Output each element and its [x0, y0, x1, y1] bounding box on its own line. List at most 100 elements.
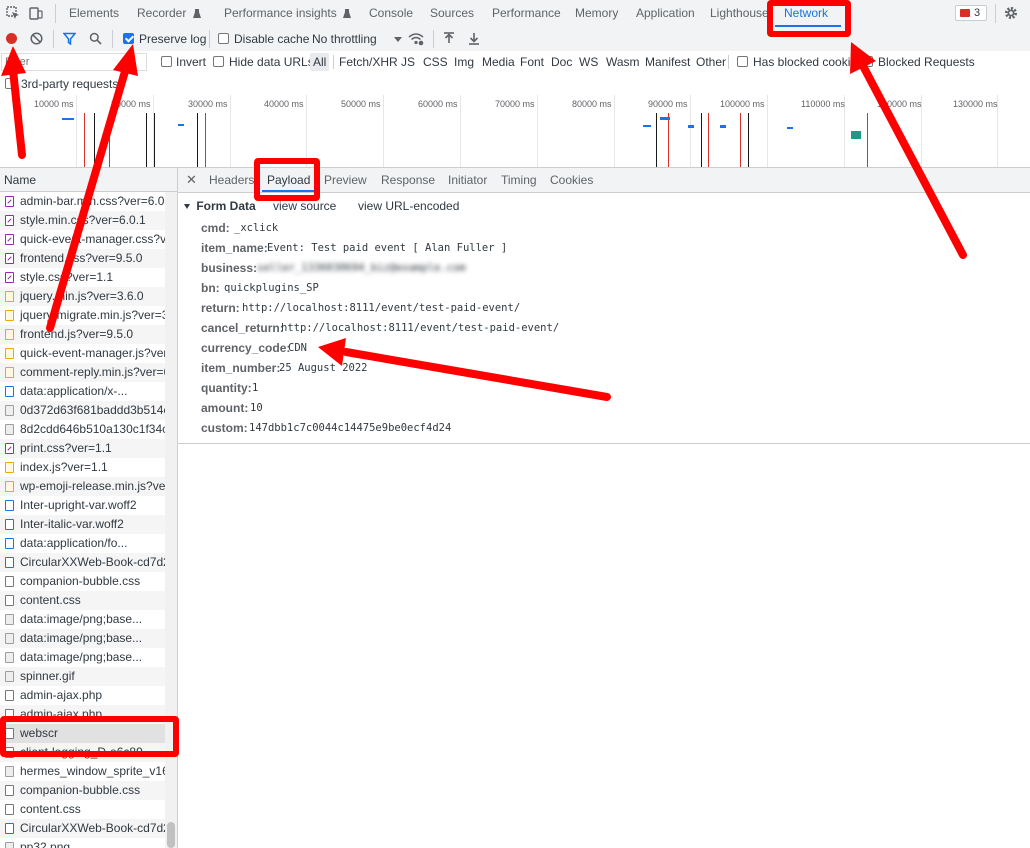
- request-row[interactable]: data:application/x-...: [0, 382, 165, 401]
- device-toolbar-icon[interactable]: [29, 6, 43, 20]
- filter-input[interactable]: [1, 53, 147, 71]
- filter-type-media[interactable]: Media: [479, 53, 518, 71]
- tab-timing[interactable]: Timing: [501, 168, 537, 192]
- request-row[interactable]: data:image/png;base...: [0, 629, 165, 648]
- filter-type-wasm[interactable]: Wasm: [603, 53, 643, 71]
- tab-performance-insights[interactable]: Performance insights: [224, 0, 352, 27]
- third-party-label[interactable]: 3rd-party requests: [21, 75, 118, 93]
- inspect-element-icon[interactable]: [6, 6, 19, 19]
- invert-checkbox[interactable]: [161, 56, 172, 67]
- filter-type-ws[interactable]: WS: [576, 53, 601, 71]
- filter-type-css[interactable]: CSS: [420, 53, 451, 71]
- timeline-tick: 130000 ms: [953, 99, 998, 109]
- filter-type-font[interactable]: Font: [517, 53, 547, 71]
- request-row[interactable]: content.css: [0, 591, 165, 610]
- js-file-icon: [5, 291, 14, 302]
- preserve-log-label[interactable]: Preserve log: [139, 27, 206, 51]
- request-name: frontend.js?ver=9.5.0: [20, 327, 134, 341]
- request-row[interactable]: admin-bar.min.css?ver=6.0.1: [0, 192, 165, 211]
- tab-preview[interactable]: Preview: [324, 168, 367, 192]
- close-icon[interactable]: ✕: [186, 168, 197, 192]
- filter-type-js[interactable]: JS: [398, 53, 418, 71]
- blocked-requests-checkbox[interactable]: [862, 56, 873, 67]
- request-row[interactable]: frontend.css?ver=9.5.0: [0, 249, 165, 268]
- request-row[interactable]: CircularXXWeb-Book-cd7d2...: [0, 819, 165, 838]
- record-button[interactable]: [6, 33, 17, 44]
- tab-memory[interactable]: Memory: [575, 0, 618, 27]
- request-row[interactable]: companion-bubble.css: [0, 781, 165, 800]
- has-blocked-cookies-checkbox[interactable]: [737, 56, 748, 67]
- tab-cookies[interactable]: Cookies: [550, 168, 593, 192]
- scrollbar-thumb[interactable]: [167, 822, 175, 848]
- export-har-icon[interactable]: [468, 32, 480, 45]
- filter-type-all[interactable]: All: [310, 53, 330, 71]
- request-row[interactable]: admin-ajax.php: [0, 686, 165, 705]
- request-row[interactable]: CircularXXWeb-Book-cd7d2...: [0, 553, 165, 572]
- filter-type-doc[interactable]: Doc: [548, 53, 575, 71]
- preserve-log-checkbox[interactable]: [123, 33, 134, 44]
- filter-type-fetch-xhr[interactable]: Fetch/XHR: [336, 53, 401, 71]
- blocked-requests-label[interactable]: Blocked Requests: [878, 53, 975, 71]
- search-icon[interactable]: [89, 32, 102, 45]
- request-row[interactable]: style.css?ver=1.1: [0, 268, 165, 287]
- tab-lighthouse[interactable]: Lighthouse: [710, 0, 769, 27]
- css-file-icon: [5, 234, 14, 245]
- tab-console[interactable]: Console: [369, 0, 413, 27]
- has-blocked-cookies-label[interactable]: Has blocked cookies: [753, 53, 863, 71]
- clear-icon[interactable]: [30, 32, 43, 45]
- timeline-overview[interactable]: 10000 ms 20000 ms 30000 ms 40000 ms 5000…: [0, 95, 1030, 168]
- tab-application[interactable]: Application: [636, 0, 695, 27]
- tab-sources[interactable]: Sources: [430, 0, 474, 27]
- disable-cache-checkbox[interactable]: [218, 33, 229, 44]
- request-row[interactable]: data:image/png;base...: [0, 610, 165, 629]
- tab-initiator[interactable]: Initiator: [448, 168, 487, 192]
- request-row[interactable]: print.css?ver=1.1: [0, 439, 165, 458]
- invert-label[interactable]: Invert: [176, 53, 206, 71]
- filter-type-other[interactable]: Other: [693, 53, 729, 71]
- throttling-select[interactable]: No throttling: [312, 27, 403, 51]
- import-har-icon[interactable]: [443, 32, 455, 45]
- form-data-section[interactable]: Form Data: [184, 199, 256, 213]
- request-row[interactable]: style.min.css?ver=6.0.1: [0, 211, 165, 230]
- flask-icon: [343, 1, 352, 18]
- name-column-header[interactable]: Name: [0, 168, 177, 192]
- tab-headers[interactable]: Headers: [209, 168, 254, 192]
- request-row[interactable]: frontend.js?ver=9.5.0: [0, 325, 165, 344]
- request-row[interactable]: comment-reply.min.js?ver=6...: [0, 363, 165, 382]
- filter-type-img[interactable]: Img: [451, 53, 477, 71]
- request-row[interactable]: pp32.png: [0, 838, 165, 848]
- issues-badge[interactable]: 3: [955, 5, 987, 21]
- request-row[interactable]: wp-emoji-release.min.js?ver...: [0, 477, 165, 496]
- hide-data-urls-checkbox[interactable]: [213, 56, 224, 67]
- timeline-tick: 80000 ms: [572, 99, 612, 109]
- tab-recorder[interactable]: Recorder: [137, 0, 201, 27]
- request-row[interactable]: Inter-italic-var.woff2: [0, 515, 165, 534]
- field-key-item-name: item_name:: [201, 241, 268, 255]
- filter-type-manifest[interactable]: Manifest: [642, 53, 693, 71]
- request-row[interactable]: quick-event-manager.js?ver=...: [0, 344, 165, 363]
- view-url-encoded-link[interactable]: view URL-encoded: [358, 199, 459, 213]
- request-row[interactable]: spinner.gif: [0, 667, 165, 686]
- network-conditions-icon[interactable]: [408, 32, 424, 46]
- request-row[interactable]: jquery-migrate.min.js?ver=3...: [0, 306, 165, 325]
- tab-elements[interactable]: Elements: [69, 0, 119, 27]
- request-row[interactable]: quick-event-manager.css?ve...: [0, 230, 165, 249]
- request-row[interactable]: Inter-upright-var.woff2: [0, 496, 165, 515]
- tab-performance[interactable]: Performance: [492, 0, 561, 27]
- request-row[interactable]: 0d372d63f681baddd3b514e...: [0, 401, 165, 420]
- request-row[interactable]: content.css: [0, 800, 165, 819]
- view-source-link[interactable]: view source: [273, 199, 336, 213]
- disable-cache-label[interactable]: Disable cache: [234, 27, 309, 51]
- request-row[interactable]: 8d2cdd646b510a130c1f34cb...: [0, 420, 165, 439]
- request-row[interactable]: data:image/png;base...: [0, 648, 165, 667]
- hide-data-urls-label[interactable]: Hide data URLs: [229, 53, 314, 71]
- filter-icon[interactable]: [62, 32, 77, 46]
- request-row[interactable]: jquery.min.js?ver=3.6.0: [0, 287, 165, 306]
- tab-response[interactable]: Response: [381, 168, 435, 192]
- request-row[interactable]: hermes_window_sprite_v16...: [0, 762, 165, 781]
- request-row[interactable]: data:application/fo...: [0, 534, 165, 553]
- request-row[interactable]: companion-bubble.css: [0, 572, 165, 591]
- third-party-checkbox[interactable]: [5, 78, 16, 89]
- gear-icon[interactable]: [1004, 6, 1018, 20]
- request-row[interactable]: index.js?ver=1.1: [0, 458, 165, 477]
